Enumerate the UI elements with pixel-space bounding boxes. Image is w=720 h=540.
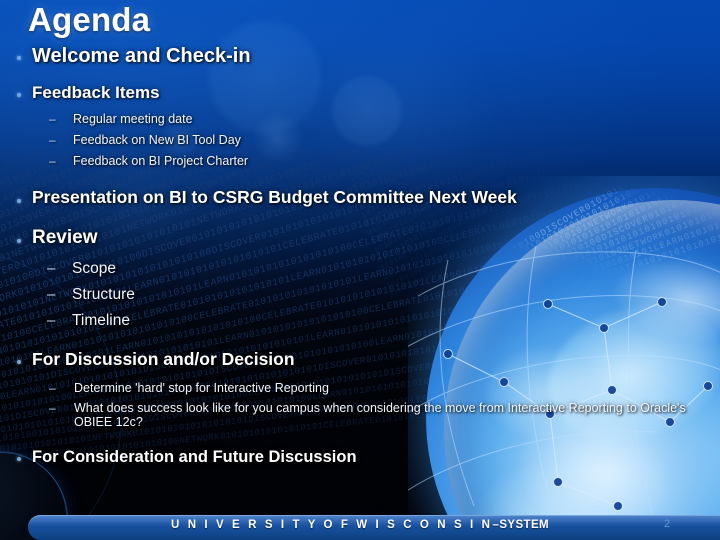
sub-bullet-text: Scope [72,260,116,277]
sub-bullet-dash-icon: – [49,401,56,415]
bullet-for-discussion: For Discussion and/or Decision [17,349,295,369]
bullet-text: Presentation on BI to CSRG Budget Commit… [32,187,517,207]
sub-bullet-what-does-success-look-like: – What does success look like for you ca… [49,401,714,429]
sub-bullet-determine-hard-stop: – Determine 'hard' stop for Interactive … [49,381,329,395]
footer-system-name: SYSTEM [499,519,549,531]
sub-bullet-text: Feedback on New BI Tool Day [73,133,241,147]
bullet-dot-icon [17,457,21,461]
bullet-text: For Consideration and Future Discussion [32,448,357,466]
bullet-dot-icon [17,93,21,97]
sub-bullet-dash-icon: – [47,312,56,329]
sub-bullet-scope: – Scope [47,260,116,277]
bullet-review: Review [17,227,98,249]
page-title: Agenda [28,1,151,38]
bullet-dot-icon [17,56,21,60]
slide-content: Agenda Welcome and Check-in Feedback Ite… [0,0,720,540]
bullet-welcome: Welcome and Check-in [17,45,251,67]
slide-canvas: 0101010100NETWORK010101010101010101CELEB… [0,0,720,540]
sub-bullet-feedback-bi-project-charter: – Feedback on BI Project Charter [49,154,248,168]
sub-bullet-text: Structure [72,286,135,303]
sub-bullet-dash-icon: – [49,154,56,168]
bullet-text: Feedback Items [32,83,160,102]
bullet-text: Welcome and Check-in [32,45,251,67]
sub-bullet-dash-icon: – [47,260,56,277]
bullet-for-consideration: For Consideration and Future Discussion [17,448,357,466]
sub-bullet-text: Timeline [72,312,130,329]
sub-bullet-text: Regular meeting date [73,112,193,126]
bullet-text: Review [32,227,98,248]
sub-bullet-feedback-new-bi-tool-day: – Feedback on New BI Tool Day [49,133,241,147]
sub-bullet-dash-icon: – [47,286,56,303]
sub-bullet-structure: – Structure [47,286,135,303]
bullet-feedback-items: Feedback Items [17,83,160,103]
bullet-text: For Discussion and/or Decision [32,349,295,369]
sub-bullet-dash-icon: – [49,133,56,147]
bullet-dot-icon [17,360,21,364]
bullet-presentation-csrg: Presentation on BI to CSRG Budget Commit… [17,187,517,207]
sub-bullet-text: Determine 'hard' stop for Interactive Re… [74,381,329,395]
footer-institution-label: U N I V E R S I T Y O F W I S C O N S I … [0,519,720,531]
sub-bullet-dash-icon: – [49,381,56,395]
bullet-dot-icon [17,199,21,203]
sub-bullet-text: What does success look like for you camp… [74,401,686,429]
sub-bullet-text: Feedback on BI Project Charter [73,154,249,168]
footer-institution-name: U N I V E R S I T Y O F W I S C O N S I … [171,519,493,531]
sub-bullet-timeline: – Timeline [47,312,130,329]
sub-bullet-regular-meeting-date: – Regular meeting date [49,112,193,126]
sub-bullet-dash-icon: – [49,112,56,126]
bullet-dot-icon [17,239,21,243]
page-number: 2 [663,518,671,530]
